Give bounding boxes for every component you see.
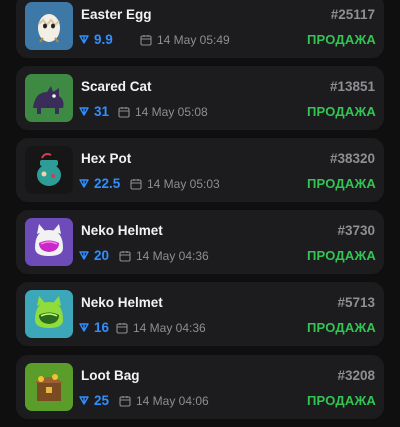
item-name: Easter Egg bbox=[81, 7, 152, 22]
loot-bag-icon bbox=[25, 363, 73, 411]
item-price: 25 bbox=[79, 391, 109, 409]
date-value: 14 May 04:36 bbox=[133, 321, 206, 335]
status-badge: ПРОДАЖА bbox=[307, 32, 376, 47]
item-number: #38320 bbox=[329, 151, 375, 166]
calendar-icon bbox=[119, 396, 131, 407]
price-value: 22.5 bbox=[94, 175, 121, 191]
list-item[interactable]: Easter Egg #25117 9.9 14 May 05:49 ПРОДА… bbox=[16, 0, 384, 58]
date-value: 14 May 05:03 bbox=[147, 177, 220, 191]
status-badge: ПРОДАЖА bbox=[307, 320, 376, 335]
item-price: 22.5 bbox=[79, 174, 120, 192]
status-badge: ПРОДАЖА bbox=[307, 393, 376, 408]
calendar-icon bbox=[130, 179, 142, 190]
price-value: 31 bbox=[94, 103, 110, 119]
price-value: 9.9 bbox=[94, 31, 113, 47]
item-number: #5713 bbox=[337, 295, 375, 310]
calendar-icon bbox=[140, 35, 152, 46]
price-value: 20 bbox=[94, 247, 110, 263]
status-badge: ПРОДАЖА bbox=[307, 176, 376, 191]
list-item[interactable]: Loot Bag #3208 25 14 May 04:06 ПРОДАЖА bbox=[16, 355, 384, 419]
calendar-icon bbox=[118, 107, 130, 118]
item-number: #13851 bbox=[329, 79, 375, 94]
neko-helmet-icon bbox=[25, 218, 73, 266]
status-badge: ПРОДАЖА bbox=[307, 104, 376, 119]
item-number: #25117 bbox=[330, 7, 375, 22]
sales-list: Easter Egg #25117 9.9 14 May 05:49 ПРОДА… bbox=[0, 0, 400, 427]
neko-helmet-icon bbox=[25, 290, 73, 338]
date-value: 14 May 04:06 bbox=[136, 394, 209, 408]
list-item[interactable]: Scared Cat #13851 31 14 May 05:08 ПРОДАЖ… bbox=[16, 66, 384, 130]
date-value: 14 May 05:08 bbox=[135, 105, 208, 119]
item-date: 14 May 05:03 bbox=[130, 176, 220, 192]
list-item[interactable]: Neko Helmet #3730 20 14 May 04:36 ПРОДАЖ… bbox=[16, 210, 384, 274]
date-value: 14 May 04:36 bbox=[136, 249, 209, 263]
price-value: 25 bbox=[94, 392, 110, 408]
item-date: 14 May 04:36 bbox=[116, 320, 206, 336]
item-number: #3730 bbox=[337, 223, 375, 238]
item-date: 14 May 04:36 bbox=[119, 248, 209, 264]
ton-diamond-icon bbox=[79, 178, 89, 188]
calendar-icon bbox=[116, 323, 128, 334]
item-price: 20 bbox=[79, 246, 109, 264]
item-name: Neko Helmet bbox=[81, 223, 163, 238]
item-name: Scared Cat bbox=[81, 79, 152, 94]
item-price: 31 bbox=[79, 102, 109, 120]
list-item[interactable]: Hex Pot #38320 22.5 14 May 05:03 ПРОДАЖА bbox=[16, 138, 384, 202]
item-name: Hex Pot bbox=[81, 151, 132, 166]
item-date: 14 May 05:49 bbox=[140, 32, 230, 48]
item-date: 14 May 05:08 bbox=[118, 104, 208, 120]
hex-pot-icon bbox=[25, 146, 73, 194]
ton-diamond-icon bbox=[79, 322, 89, 332]
item-name: Loot Bag bbox=[81, 368, 140, 383]
easter-egg-icon bbox=[25, 2, 73, 50]
item-price: 9.9 bbox=[79, 30, 113, 48]
item-date: 14 May 04:06 bbox=[119, 393, 209, 409]
status-badge: ПРОДАЖА bbox=[307, 248, 376, 263]
ton-diamond-icon bbox=[79, 395, 89, 405]
price-value: 16 bbox=[94, 319, 110, 335]
scared-cat-icon bbox=[25, 74, 73, 122]
item-name: Neko Helmet bbox=[81, 295, 163, 310]
item-price: 16 bbox=[79, 318, 109, 336]
ton-diamond-icon bbox=[79, 250, 89, 260]
list-item[interactable]: Neko Helmet #5713 16 14 May 04:36 ПРОДАЖ… bbox=[16, 282, 384, 346]
ton-diamond-icon bbox=[79, 34, 89, 44]
item-number: #3208 bbox=[337, 368, 375, 383]
date-value: 14 May 05:49 bbox=[157, 33, 230, 47]
ton-diamond-icon bbox=[79, 106, 89, 116]
calendar-icon bbox=[119, 251, 131, 262]
